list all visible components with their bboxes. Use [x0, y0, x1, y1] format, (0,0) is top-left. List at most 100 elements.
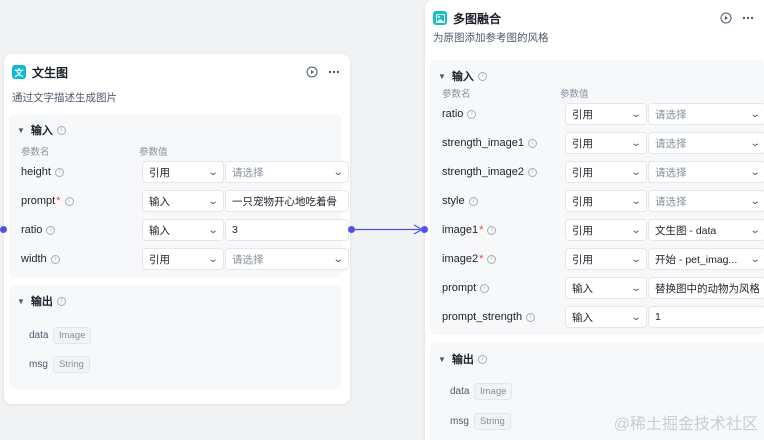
chevron-down-icon: ⌄ [749, 195, 761, 207]
output-row: data Image [450, 383, 513, 400]
node-header: 多图融合 [433, 8, 756, 28]
param-value-field[interactable]: 请选择 ⌄ [648, 161, 764, 183]
param-value: 一只宠物开心地吃着骨 [232, 195, 337, 208]
param-row: image2 * i 引用 ⌄ 开始 - pet_imag... ⌄ [442, 248, 764, 270]
col-param-name: 参数名 [442, 89, 471, 100]
output-name: msg [29, 359, 48, 370]
source-mode-select[interactable]: 引用 ⌄ [565, 161, 647, 183]
param-value-field[interactable]: 请选择 ⌄ [648, 190, 764, 212]
source-mode-select[interactable]: 引用 ⌄ [565, 219, 647, 241]
chevron-down-icon: ⌄ [630, 166, 642, 178]
input-section: ▼ 输入 i 参数名 参数值 ratio i 引用 ⌄ 请选择 ⌄ strength_ima… [430, 60, 764, 335]
column-headers: 参数名 参数值 [442, 86, 756, 100]
input-port-right[interactable] [421, 226, 428, 233]
output-section-header[interactable]: ▼ 输出 i [438, 351, 487, 367]
type-badge: Image [53, 327, 92, 344]
param-value-field[interactable]: 一只宠物开心地吃着骨 [225, 190, 349, 212]
param-value-field[interactable]: 替换图中的动物为风格 [648, 277, 764, 299]
param-value: 请选择 [655, 137, 687, 150]
param-name: prompt_strength i [442, 311, 536, 323]
source-mode-select[interactable]: 引用 ⌄ [142, 248, 224, 270]
param-value: 请选择 [232, 253, 264, 266]
output-row: msg String [29, 356, 90, 373]
input-section-header[interactable]: ▼ 输入 i [17, 122, 66, 138]
param-value-field[interactable]: 1 [648, 306, 764, 328]
chevron-down-icon: ⌄ [207, 195, 219, 207]
chevron-down-icon: ⌄ [630, 108, 642, 120]
more-icon[interactable] [326, 64, 342, 80]
more-icon[interactable] [740, 10, 756, 26]
source-mode-select[interactable]: 引用 ⌄ [565, 103, 647, 125]
param-value-field[interactable]: 文生图 - data ⌄ [648, 219, 764, 241]
required-mark: * [56, 195, 61, 207]
col-param-value: 参数值 [560, 89, 589, 100]
param-value-field[interactable]: 3 [225, 219, 349, 241]
source-mode-select[interactable]: 输入 ⌄ [142, 219, 224, 241]
param-value: 文生图 - data [655, 224, 717, 237]
param-label: image2 [442, 253, 479, 265]
chevron-down-icon: ⌄ [749, 253, 761, 265]
column-headers: 参数名 参数值 [21, 144, 334, 158]
node-multi-image-fusion[interactable]: 多图融合 为原图添加参考图的风格 ▼ 输入 i 参数名 参数值 ratio i 引用… [425, 0, 764, 440]
param-row: prompt * i 输入 ⌄ 一只宠物开心地吃着骨 [21, 190, 349, 212]
output-title: 输出 [30, 296, 53, 308]
info-icon: i [56, 296, 66, 306]
param-row: prompt i 输入 ⌄ 替换图中的动物为风格 [442, 277, 764, 299]
info-icon: i [468, 196, 478, 206]
chevron-down-icon: ⌄ [332, 166, 344, 178]
param-value-field[interactable]: 请选择 ⌄ [225, 161, 349, 183]
param-value-field[interactable]: 请选择 ⌄ [225, 248, 349, 270]
caret-down-icon: ▼ [17, 125, 25, 135]
source-mode-value: 引用 [149, 253, 170, 266]
info-icon: i [526, 312, 536, 322]
info-icon: i [56, 125, 66, 135]
source-mode-select[interactable]: 引用 ⌄ [565, 132, 647, 154]
run-icon[interactable] [304, 64, 320, 80]
source-mode-value: 引用 [572, 108, 593, 121]
output-name: msg [450, 416, 469, 427]
param-label: image1 [442, 224, 479, 236]
source-mode-select[interactable]: 引用 ⌄ [142, 161, 224, 183]
input-section: ▼ 输入 i 参数名 参数值 height i 引用 ⌄ 请选择 ⌄ prompt * i 输入 ⌄… [9, 114, 349, 278]
input-section-header[interactable]: ▼ 输入 i [438, 68, 487, 84]
chevron-down-icon: ⌄ [749, 108, 761, 120]
param-row: width i 引用 ⌄ 请选择 ⌄ [21, 248, 349, 270]
param-value: 请选择 [655, 195, 687, 208]
node-description: 通过文字描述生成图片 [12, 92, 117, 104]
chevron-down-icon: ⌄ [207, 253, 219, 265]
param-row: ratio i 输入 ⌄ 3 [21, 219, 349, 241]
output-section-header[interactable]: ▼ 输出 i [17, 293, 66, 309]
chevron-down-icon: ⌄ [207, 166, 219, 178]
param-label: ratio [21, 224, 43, 236]
source-mode-select[interactable]: 输入 ⌄ [565, 306, 647, 328]
chevron-down-icon: ⌄ [630, 253, 642, 265]
source-mode-select[interactable]: 引用 ⌄ [565, 248, 647, 270]
source-mode-value: 引用 [149, 166, 170, 179]
input-port-left[interactable] [0, 226, 7, 233]
param-value-field[interactable]: 开始 - pet_imag... ⌄ [648, 248, 764, 270]
info-icon: i [527, 138, 537, 148]
node-text-to-image[interactable]: 文 文生图 通过文字描述生成图片 ▼ 输入 i 参数名 参数值 height i 引… [4, 54, 350, 404]
info-icon: i [467, 109, 477, 119]
chevron-down-icon: ⌄ [749, 224, 761, 236]
param-label: prompt_strength [442, 311, 523, 323]
param-value-field[interactable]: 请选择 ⌄ [648, 132, 764, 154]
caret-down-icon: ▼ [438, 354, 446, 364]
source-mode-select[interactable]: 输入 ⌄ [142, 190, 224, 212]
source-mode-select[interactable]: 输入 ⌄ [565, 277, 647, 299]
connector-edge [354, 224, 424, 235]
node-header: 文 文生图 [12, 62, 342, 82]
param-label: ratio [442, 108, 464, 120]
param-row: prompt_strength i 输入 ⌄ 1 [442, 306, 764, 328]
run-icon[interactable] [718, 10, 734, 26]
param-name: width i [21, 253, 60, 265]
param-row: strength_image1 i 引用 ⌄ 请选择 ⌄ [442, 132, 764, 154]
param-value-field[interactable]: 请选择 ⌄ [648, 103, 764, 125]
param-name: image2 * i [442, 253, 497, 265]
param-name: ratio i [21, 224, 56, 236]
node-title: 多图融合 [453, 11, 502, 26]
input-title: 输入 [30, 125, 53, 137]
param-label: height [21, 166, 51, 178]
param-value: 请选择 [232, 166, 264, 179]
source-mode-select[interactable]: 引用 ⌄ [565, 190, 647, 212]
